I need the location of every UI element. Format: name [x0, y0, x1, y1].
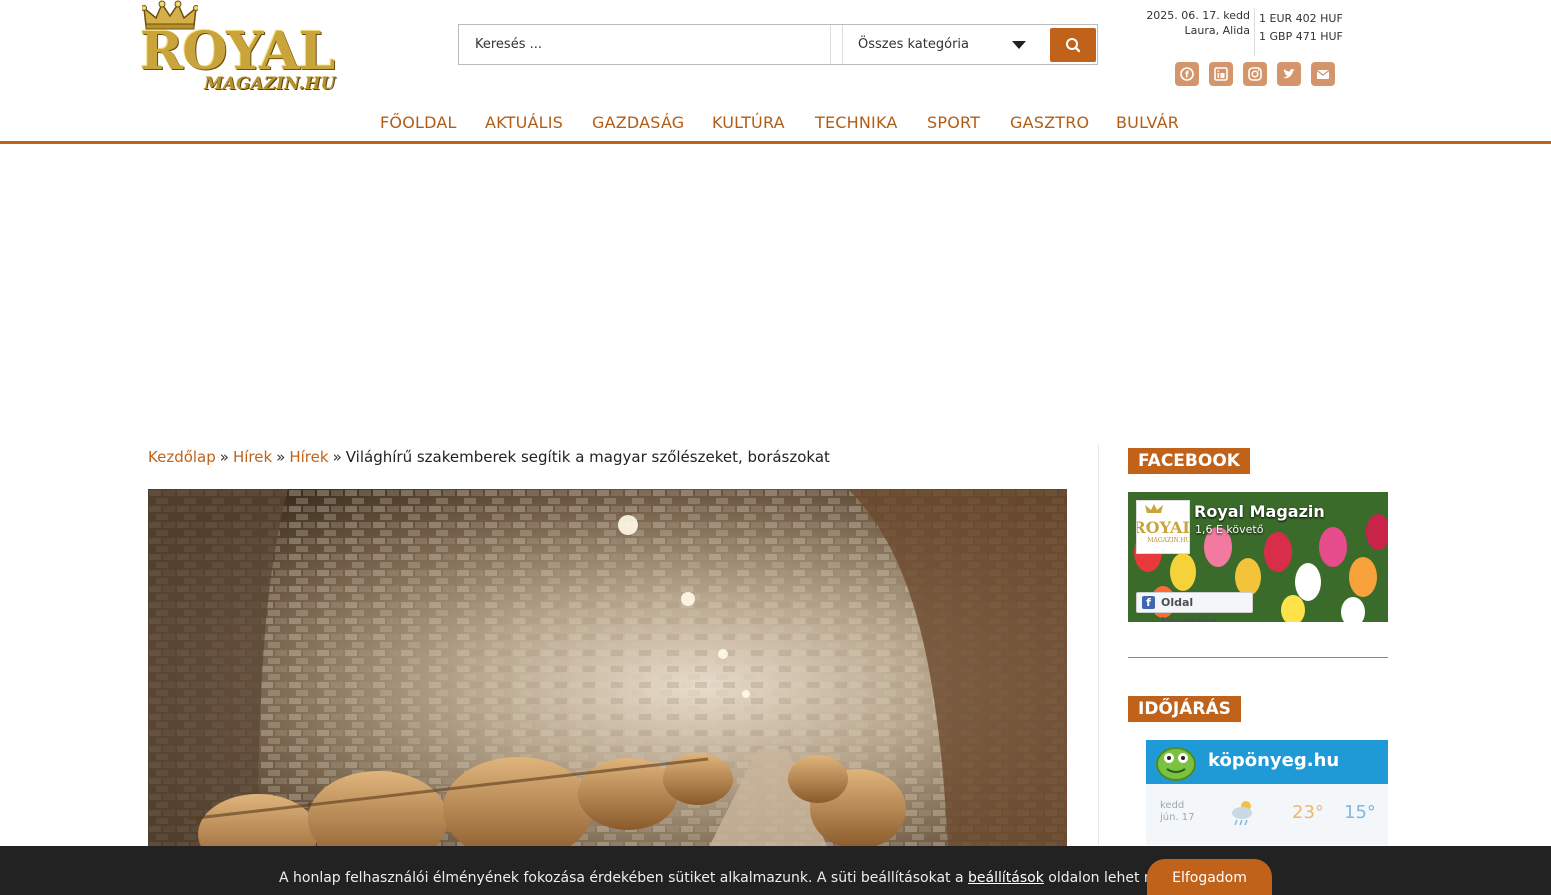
exchange-rates: 1 EUR 402 HUF 1 GBP 471 HUF: [1259, 10, 1343, 46]
main-nav: FŐOLDAL AKTUÁLIS GAZDASÁG KULTÚRA TECHNI…: [0, 113, 1551, 135]
cookie-accept-button[interactable]: Elfogadom: [1147, 859, 1272, 895]
fb-page-name[interactable]: Royal Magazin: [1194, 502, 1325, 521]
nav-item-technika[interactable]: TECHNIKA: [815, 113, 898, 132]
nav-item-fooldal[interactable]: FŐOLDAL: [380, 113, 457, 132]
breadcrumb: Kezdőlap» Hírek» Hírek» Világhírű szakember…: [148, 448, 830, 466]
cookie-settings-link[interactable]: beállítások: [968, 870, 1044, 886]
cookie-message: A honlap felhasználói élményének fokozás…: [279, 870, 1226, 886]
header-divider: [1254, 8, 1255, 56]
nav-item-gazdasag[interactable]: GAZDASÁG: [592, 113, 684, 132]
nav-item-aktualis[interactable]: AKTUÁLIS: [485, 113, 563, 132]
rate-gbp: 1 GBP 471 HUF: [1259, 30, 1343, 43]
facebook-widget-title: FACEBOOK: [1128, 448, 1250, 474]
svg-text:MAGAZIN.HU: MAGAZIN.HU: [1147, 537, 1189, 544]
nav-item-bulvar[interactable]: BULVÁR: [1116, 113, 1179, 132]
fb-follow-label: Oldal követése: [1161, 596, 1217, 622]
email-icon[interactable]: [1311, 62, 1335, 86]
weather-date: jún. 17: [1160, 812, 1195, 823]
weather-day: kedd jún. 17: [1160, 800, 1195, 824]
breadcrumb-separator: »: [219, 448, 229, 466]
weather-brand: köpönyeg.hu: [1208, 750, 1340, 771]
fb-follow-button[interactable]: f Oldal követése: [1136, 592, 1253, 622]
fb-followers: 1,6 E követő: [1195, 523, 1264, 536]
twitter-icon[interactable]: [1277, 62, 1301, 86]
search-bar: Összes kategória: [458, 24, 1098, 65]
frog-icon: [1156, 747, 1196, 781]
weather-max-temp: 23°: [1292, 802, 1324, 823]
content-divider: [1098, 445, 1099, 845]
current-date: 2025. 06. 17. kedd: [1146, 9, 1250, 22]
nav-item-sport[interactable]: SPORT: [927, 113, 980, 132]
logo-magazin-text: MAGAZIN.HU: [204, 74, 336, 94]
rain-cloud-icon: [1228, 798, 1258, 834]
search-button[interactable]: [1050, 28, 1096, 62]
weather-widget-title: IDŐJÁRÁS: [1128, 696, 1241, 722]
instagram-icon[interactable]: [1243, 62, 1267, 86]
svg-text:ROYAL: ROYAL: [1137, 518, 1189, 537]
weather-day-name: kedd: [1160, 800, 1185, 811]
site-logo[interactable]: ROYAL MAGAZIN.HU: [138, 0, 338, 98]
search-icon: [1066, 38, 1081, 53]
namedays: Laura, Alida: [1184, 24, 1250, 37]
site-header: ROYAL MAGAZIN.HU Összes kategória 2025. …: [0, 0, 1551, 145]
breadcrumb-current: Világhírű szakemberek segítik a magyar s…: [345, 448, 830, 466]
weather-widget[interactable]: köpönyeg.hu kedd jún. 17 23° 15°: [1146, 740, 1388, 845]
rate-eur: 1 EUR 402 HUF: [1259, 12, 1343, 25]
weather-min-temp: 15°: [1344, 802, 1376, 823]
cookie-message-text: A honlap felhasználói élményének fokozás…: [279, 870, 969, 886]
date-info: 2025. 06. 17. kedd Laura, Alida: [1140, 8, 1250, 38]
breadcrumb-separator: »: [276, 448, 286, 466]
logo-royal-text: ROYAL: [140, 21, 335, 82]
search-input[interactable]: [459, 25, 831, 64]
nav-item-gasztro[interactable]: GASZTRO: [1010, 113, 1089, 132]
cookie-bar: A honlap felhasználói élményének fokozás…: [0, 846, 1551, 895]
category-select[interactable]: Összes kategória: [842, 25, 1040, 64]
category-select-value: Összes kategória: [858, 37, 969, 52]
chevron-down-icon: [1012, 41, 1026, 49]
breadcrumb-separator: »: [332, 448, 342, 466]
fb-page-logo: ROYAL MAGAZIN.HU: [1132, 500, 1194, 554]
facebook-page-widget[interactable]: ROYAL MAGAZIN.HU Royal Magazin 1,6 E köv…: [1128, 492, 1388, 622]
linkedin-icon[interactable]: [1209, 62, 1233, 86]
svg-text:f: f: [1185, 71, 1189, 81]
facebook-logo-icon: f: [1142, 596, 1155, 609]
breadcrumb-home[interactable]: Kezdőlap: [148, 448, 216, 466]
sidebar-divider: [1128, 657, 1388, 658]
breadcrumb-level2[interactable]: Hírek: [289, 448, 328, 466]
nav-item-kultura[interactable]: KULTÚRA: [712, 113, 785, 132]
nav-underline: [0, 141, 1551, 144]
facebook-icon[interactable]: f: [1175, 62, 1199, 86]
article-hero-image: [148, 489, 1067, 849]
breadcrumb-level1[interactable]: Hírek: [233, 448, 272, 466]
